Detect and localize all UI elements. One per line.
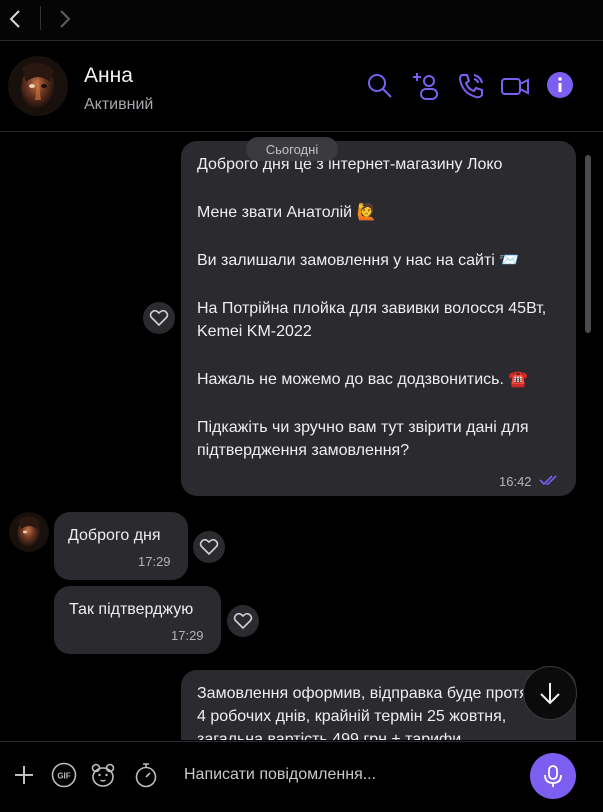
heart-icon bbox=[149, 309, 169, 327]
message-time: 17:29 bbox=[138, 554, 171, 569]
message-text: Замовлення оформив, відправка буде протя… bbox=[197, 685, 554, 740]
chat-header: Анна Активний bbox=[0, 41, 603, 132]
message-text: Підкажіть чи зручно вам тут звірити дані… bbox=[197, 419, 529, 459]
add-contact-icon bbox=[413, 73, 438, 100]
sticker-icon bbox=[91, 763, 115, 787]
call-button[interactable] bbox=[456, 71, 486, 101]
svg-text:GIF: GIF bbox=[57, 772, 70, 781]
arrow-down-icon bbox=[540, 683, 560, 705]
timer-icon bbox=[135, 763, 157, 788]
timer-button[interactable] bbox=[133, 762, 159, 788]
message-bubble-outgoing[interactable]: Доброго дня це з інтернет-магазину Локо … bbox=[181, 141, 576, 496]
scrollbar-thumb[interactable] bbox=[585, 155, 591, 333]
back-button[interactable] bbox=[4, 8, 26, 30]
chevron-right-icon bbox=[60, 10, 71, 28]
message-bubble-incoming[interactable]: Доброго дня 17:29 bbox=[54, 512, 188, 580]
window-toolbar bbox=[0, 0, 603, 41]
message-text: Мене звати Анатолій 🙋 bbox=[197, 204, 377, 221]
like-button[interactable] bbox=[143, 302, 175, 334]
message-text: Нажаль не можемо до вас додзвонитись. ☎️ bbox=[197, 371, 529, 388]
message-text: Так підтверджую bbox=[69, 601, 194, 618]
message-composer: GIF Написати повідомлення... bbox=[0, 741, 603, 812]
voice-message-button[interactable] bbox=[530, 753, 576, 799]
contact-status: Активний bbox=[84, 96, 154, 113]
read-checkmarks-icon bbox=[539, 475, 557, 486]
message-bubble-outgoing[interactable]: Замовлення оформив, відправка буде протя… bbox=[181, 670, 576, 740]
message-input[interactable]: Написати повідомлення... bbox=[184, 766, 376, 784]
like-button[interactable] bbox=[227, 605, 259, 637]
avatar[interactable] bbox=[8, 56, 68, 116]
message-time: 17:29 bbox=[171, 628, 204, 643]
avatar[interactable] bbox=[9, 512, 49, 552]
forward-button[interactable] bbox=[54, 8, 76, 30]
scroll-to-bottom-button[interactable] bbox=[523, 666, 577, 720]
plus-icon bbox=[15, 766, 33, 784]
attach-button[interactable] bbox=[11, 762, 37, 788]
contact-name[interactable]: Анна bbox=[84, 64, 133, 88]
sticker-button[interactable] bbox=[90, 762, 116, 788]
info-button[interactable] bbox=[546, 71, 576, 101]
message-text: Ви залишали замовлення у нас на сайті 📨 bbox=[197, 252, 520, 269]
message-text: Доброго дня bbox=[68, 527, 161, 544]
video-call-button[interactable] bbox=[500, 71, 530, 101]
date-separator: Сьогодні bbox=[246, 137, 338, 161]
mic-icon bbox=[544, 765, 562, 787]
search-icon bbox=[368, 74, 392, 98]
message-text: На Потрійна плойка для завивки волосся 4… bbox=[197, 300, 547, 340]
gif-button[interactable]: GIF bbox=[51, 762, 77, 788]
message-list[interactable]: Доброго дня це з інтернет-магазину Локо … bbox=[0, 132, 603, 740]
message-bubble-incoming[interactable]: Так підтверджую 17:29 bbox=[54, 586, 221, 654]
like-button[interactable] bbox=[193, 531, 225, 563]
chevron-left-icon bbox=[9, 10, 20, 28]
add-contact-button[interactable] bbox=[411, 71, 441, 101]
info-icon bbox=[547, 72, 573, 98]
video-call-icon bbox=[501, 78, 529, 95]
message-time: 16:42 bbox=[499, 474, 532, 489]
gif-icon: GIF bbox=[51, 762, 77, 788]
call-icon bbox=[458, 74, 483, 99]
heart-icon bbox=[233, 612, 253, 630]
search-button[interactable] bbox=[365, 71, 395, 101]
divider bbox=[40, 6, 41, 30]
heart-icon bbox=[199, 538, 219, 556]
